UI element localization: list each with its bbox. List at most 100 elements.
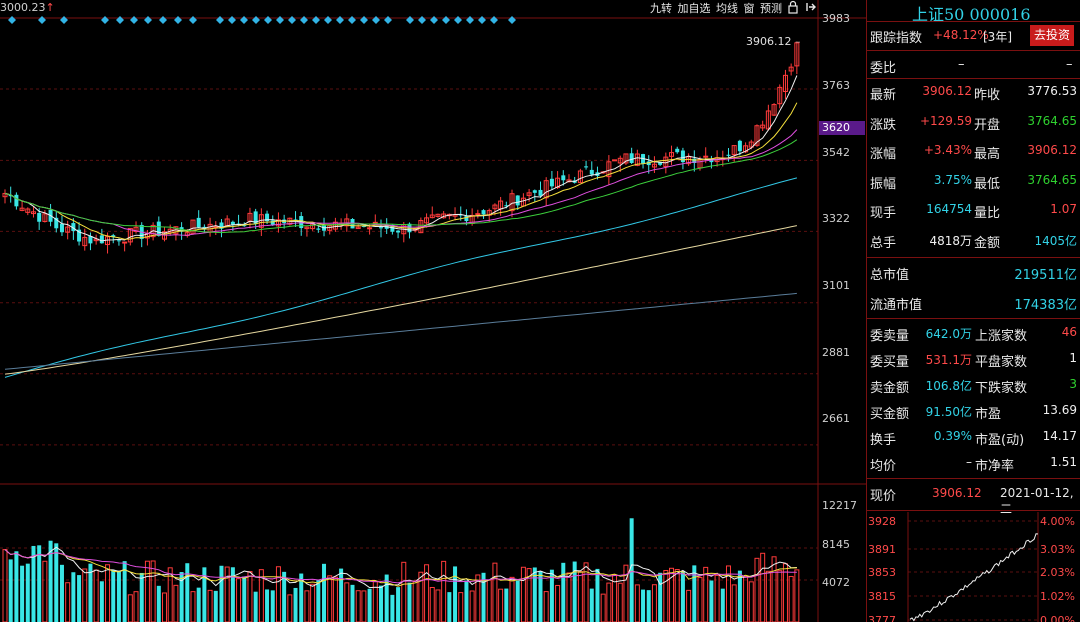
volume-bar bbox=[520, 566, 526, 622]
signal-diamond bbox=[288, 16, 296, 24]
volume-bar bbox=[646, 590, 651, 622]
volume-bar bbox=[20, 565, 25, 622]
volume-bar bbox=[674, 569, 680, 622]
signal-diamond bbox=[101, 16, 109, 24]
candle-body bbox=[726, 154, 731, 156]
candle-body bbox=[589, 169, 594, 175]
forecast-button[interactable]: 预测 bbox=[758, 0, 784, 18]
mini-right-axis-label: 1.02% bbox=[1040, 590, 1075, 603]
mini-left-axis-label: 3853 bbox=[868, 566, 896, 579]
add-watchlist-button[interactable]: 加自选 bbox=[676, 0, 712, 18]
mini-left-axis-label: 3891 bbox=[868, 543, 896, 556]
quote-label: 最低 bbox=[974, 176, 1001, 192]
volume-bar bbox=[213, 590, 218, 622]
signal-diamond bbox=[336, 16, 344, 24]
volume-bar bbox=[680, 571, 685, 622]
candle-body bbox=[396, 230, 401, 233]
volume-bar bbox=[236, 578, 242, 622]
volume-bar bbox=[600, 593, 606, 622]
ma-line-yellow bbox=[4, 102, 798, 240]
price-axis-label: 3763 bbox=[822, 79, 850, 92]
volume-bar bbox=[207, 589, 213, 622]
volume-bar bbox=[242, 576, 247, 622]
lock-icon[interactable] bbox=[786, 0, 800, 18]
signal-diamond bbox=[8, 16, 16, 24]
intraday-mini-chart[interactable]: 3928 4.00% 3891 3.03% 3853 2.03% 3815 1.02% 3777… bbox=[866, 512, 1080, 622]
volume-bar bbox=[748, 581, 754, 622]
volume-bar bbox=[2, 549, 8, 622]
quote-value: +3.43% bbox=[923, 143, 972, 158]
track-index-value: +48.12% bbox=[933, 28, 989, 42]
quote-value: +129.59 bbox=[919, 113, 972, 128]
candle-body bbox=[59, 223, 64, 233]
mini-price-line bbox=[909, 533, 1039, 622]
volume-bar bbox=[265, 589, 270, 622]
volume-bar bbox=[185, 563, 190, 622]
signal-diamond bbox=[216, 16, 224, 24]
ma-line-white bbox=[4, 75, 798, 242]
mini-right-axis-label: 0.00% bbox=[1040, 614, 1075, 622]
volume-bar bbox=[754, 557, 760, 622]
candle-body bbox=[378, 227, 383, 229]
volume-bar bbox=[224, 566, 230, 622]
mini-right-axis-label: 4.00% bbox=[1040, 515, 1075, 528]
quote-label: 最新 bbox=[870, 88, 897, 103]
price-axis-label: 2881 bbox=[822, 346, 850, 359]
quote-label: 最高 bbox=[974, 147, 1001, 163]
volume-bar bbox=[441, 560, 447, 622]
volume-bar bbox=[316, 580, 321, 622]
candle-body bbox=[475, 213, 481, 216]
candle-body bbox=[612, 159, 618, 162]
volume-bar bbox=[25, 563, 30, 622]
volume-bar bbox=[293, 587, 298, 622]
volume-bar bbox=[401, 561, 407, 622]
candle-body bbox=[316, 228, 321, 230]
price-axis-label: 2661 bbox=[822, 412, 850, 425]
ma-line-cyan bbox=[4, 177, 798, 378]
volume-bar bbox=[190, 591, 196, 622]
price-axis-label: 3542 bbox=[822, 146, 850, 159]
order-label: 市净率 bbox=[975, 459, 1015, 474]
candle-body bbox=[481, 210, 486, 215]
window-button[interactable]: 窗 bbox=[742, 0, 756, 18]
volume-bar bbox=[765, 570, 771, 622]
volume-bar bbox=[788, 575, 794, 622]
quote-label: 振幅 bbox=[870, 176, 897, 192]
signal-diamond bbox=[442, 16, 450, 24]
candlestick-chart[interactable] bbox=[0, 0, 866, 622]
mini-left-axis-label: 3928 bbox=[868, 515, 896, 528]
candle-body bbox=[156, 221, 161, 236]
candle-body bbox=[703, 155, 709, 158]
volume-bar bbox=[367, 588, 372, 622]
mini-right-axis-label: 2.03% bbox=[1040, 566, 1075, 579]
candle-body bbox=[675, 148, 680, 153]
volume-bar bbox=[390, 594, 395, 622]
volume-bar bbox=[14, 551, 19, 622]
volume-bar bbox=[37, 545, 42, 622]
order-value: 14.17 bbox=[1042, 429, 1077, 443]
signal-diamond bbox=[38, 16, 46, 24]
signal-diamond bbox=[454, 16, 462, 24]
volume-bar bbox=[196, 587, 201, 622]
signal-diamond bbox=[360, 16, 368, 24]
invest-button[interactable]: 去投资 bbox=[1030, 25, 1074, 46]
price-axis-label: 3322 bbox=[822, 212, 850, 225]
volume-bar bbox=[162, 592, 168, 622]
nine-turn-button[interactable]: 九转 bbox=[648, 0, 674, 18]
order-label: 市盈(动) bbox=[975, 433, 1025, 448]
signal-diamond bbox=[300, 16, 308, 24]
order-value: 91.50亿 bbox=[925, 405, 972, 419]
volume-bar bbox=[737, 570, 742, 622]
candle-body bbox=[737, 140, 742, 152]
quote-label: 总手 bbox=[870, 236, 897, 251]
quote-label: 现手 bbox=[870, 206, 897, 222]
pin-icon[interactable] bbox=[804, 0, 818, 18]
quote-value: 3764.65 bbox=[1027, 172, 1077, 187]
price-axis-label: 3101 bbox=[822, 279, 850, 292]
signal-diamond bbox=[60, 16, 68, 24]
high-price-annotation: 3906.12 – bbox=[746, 35, 801, 48]
moving-average-button[interactable]: 均线 bbox=[714, 0, 740, 18]
volume-bar bbox=[577, 571, 583, 622]
ma-line-magenta bbox=[4, 129, 798, 236]
order-value: 1.51 bbox=[1050, 455, 1077, 469]
